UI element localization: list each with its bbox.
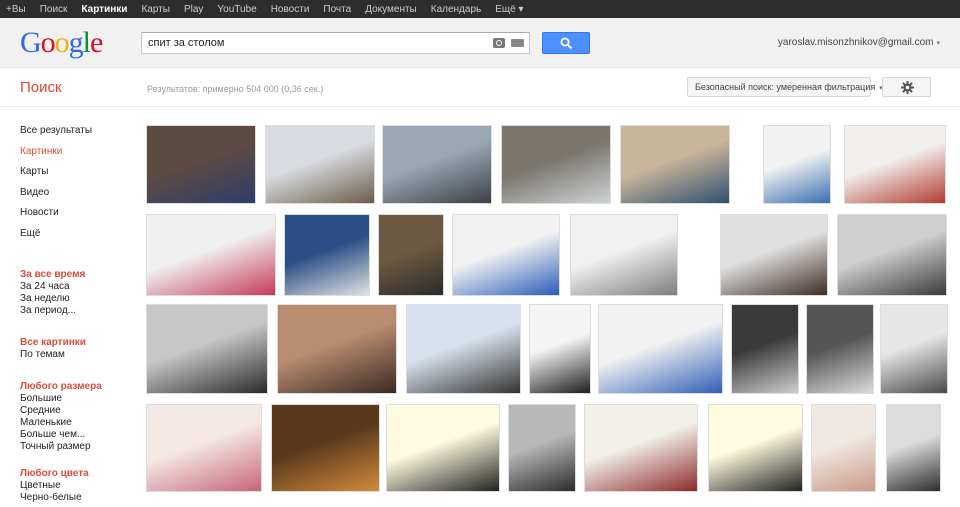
filter-group: Все картинки По темам bbox=[20, 337, 86, 361]
image-result-thumbnail[interactable] bbox=[406, 304, 521, 394]
image-result-thumbnail[interactable] bbox=[880, 304, 948, 394]
sidebar-nav-item[interactable]: Карты bbox=[20, 165, 135, 186]
settings-button[interactable] bbox=[882, 77, 931, 97]
image-result-thumbnail[interactable] bbox=[452, 214, 560, 296]
search-input[interactable]: спит за столом bbox=[141, 32, 530, 54]
filter-group: За все время За 24 часа За неделю За период… bbox=[20, 269, 85, 317]
filter-option[interactable]: Цветные bbox=[20, 480, 89, 492]
top-nav-item[interactable]: Ещё ▾ bbox=[495, 4, 523, 15]
sidebar-nav-item[interactable]: Все результаты bbox=[20, 124, 135, 145]
image-result-thumbnail[interactable] bbox=[763, 125, 831, 204]
filter-option[interactable]: За неделю bbox=[20, 293, 85, 305]
filter-option[interactable]: По темам bbox=[20, 349, 86, 361]
logo-letter: e bbox=[90, 26, 103, 59]
top-nav-bar: +Вы Поиск Картинки Карты Play YouTube Новости П… bbox=[0, 0, 960, 18]
filter-option[interactable]: За 24 часа bbox=[20, 281, 85, 293]
top-nav-item[interactable]: Календарь bbox=[431, 4, 481, 15]
logo-letter: G bbox=[20, 26, 42, 59]
top-nav-item[interactable]: Документы bbox=[365, 4, 417, 15]
search-query-text: спит за столом bbox=[148, 37, 225, 49]
filter-group: Любого размера Большие Средние Маленькие Бол… bbox=[20, 381, 102, 453]
safe-search-label: Безопасный поиск: умеренная фильтрация bbox=[695, 82, 876, 92]
filter-group-title[interactable]: Любого размера bbox=[20, 381, 102, 393]
image-result-thumbnail[interactable] bbox=[731, 304, 799, 394]
keyboard-icon[interactable] bbox=[511, 39, 524, 47]
top-nav-item[interactable]: Картинки bbox=[81, 4, 127, 15]
chevron-down-icon: ▾ bbox=[936, 40, 940, 47]
left-sidebar: Все результаты Картинки Карты Видео Новости Е… bbox=[20, 124, 135, 503]
image-result-thumbnail[interactable] bbox=[386, 404, 500, 492]
image-result-thumbnail[interactable] bbox=[811, 404, 876, 492]
top-nav-item[interactable]: Play bbox=[184, 4, 203, 15]
image-result-thumbnail[interactable] bbox=[146, 404, 262, 492]
section-title: Поиск bbox=[20, 79, 62, 96]
top-nav-item[interactable]: +Вы bbox=[6, 4, 26, 15]
top-nav-item[interactable]: YouTube bbox=[217, 4, 256, 15]
image-result-thumbnail[interactable] bbox=[146, 214, 276, 296]
image-result-thumbnail[interactable] bbox=[501, 125, 611, 204]
image-result-thumbnail[interactable] bbox=[886, 404, 941, 492]
image-result-thumbnail[interactable] bbox=[378, 214, 444, 296]
image-result-thumbnail[interactable] bbox=[508, 404, 576, 492]
top-nav-item[interactable]: Поиск bbox=[40, 4, 68, 15]
image-result-thumbnail[interactable] bbox=[271, 404, 380, 492]
safe-search-dropdown[interactable]: Безопасный поиск: умеренная фильтрация ▾ bbox=[687, 77, 883, 97]
image-result-thumbnail[interactable] bbox=[844, 125, 946, 204]
top-nav-item[interactable]: Новости bbox=[271, 4, 310, 15]
search-icon bbox=[560, 37, 573, 50]
image-result-thumbnail[interactable] bbox=[806, 304, 874, 394]
top-nav-item[interactable]: Карты bbox=[141, 4, 170, 15]
logo-letter: g bbox=[68, 26, 84, 59]
gear-icon bbox=[901, 81, 914, 94]
image-result-thumbnail[interactable] bbox=[620, 125, 730, 204]
image-result-thumbnail[interactable] bbox=[598, 304, 723, 394]
image-result-thumbnail[interactable] bbox=[265, 125, 375, 204]
sidebar-nav-item[interactable]: Новости bbox=[20, 206, 135, 227]
sidebar-nav-item[interactable]: Ещё bbox=[20, 227, 135, 248]
image-result-thumbnail[interactable] bbox=[146, 125, 256, 204]
image-result-thumbnail[interactable] bbox=[146, 304, 268, 394]
image-result-thumbnail[interactable] bbox=[529, 304, 591, 394]
result-stats: Результатов: примерно 504 000 (0,36 сек.… bbox=[147, 84, 324, 94]
filter-option[interactable]: Черно-белые bbox=[20, 492, 89, 504]
logo-letter: o bbox=[54, 26, 70, 59]
filter-option[interactable]: За период... bbox=[20, 305, 85, 317]
search-button[interactable] bbox=[542, 32, 590, 54]
account-menu[interactable]: yaroslav.misonzhnikov@gmail.com ▾ bbox=[778, 37, 940, 48]
image-result-thumbnail[interactable] bbox=[570, 214, 678, 296]
filter-group-title[interactable]: За все время bbox=[20, 269, 85, 281]
image-result-thumbnail[interactable] bbox=[382, 125, 492, 204]
google-logo[interactable]: Google bbox=[20, 26, 103, 60]
image-result-thumbnail[interactable] bbox=[837, 214, 947, 296]
filter-group-title[interactable]: Все картинки bbox=[20, 337, 86, 349]
filter-option[interactable]: Точный размер bbox=[20, 441, 102, 453]
filter-option[interactable]: Большие bbox=[20, 393, 102, 405]
filter-option[interactable]: Больше чем... bbox=[20, 429, 102, 441]
logo-letter: o bbox=[40, 26, 56, 59]
logo-letter: l bbox=[82, 26, 91, 59]
sidebar-nav-item[interactable]: Видео bbox=[20, 186, 135, 207]
filter-option[interactable]: Маленькие bbox=[20, 417, 102, 429]
sidebar-nav-item[interactable]: Картинки bbox=[20, 145, 135, 166]
image-result-thumbnail[interactable] bbox=[720, 214, 828, 296]
filter-group-title[interactable]: Любого цвета bbox=[20, 468, 89, 480]
image-result-thumbnail[interactable] bbox=[584, 404, 698, 492]
subheader: Поиск Результатов: примерно 504 000 (0,3… bbox=[0, 69, 960, 107]
account-email: yaroslav.misonzhnikov@gmail.com bbox=[777, 37, 934, 48]
image-result-thumbnail[interactable] bbox=[284, 214, 370, 296]
header: Google спит за столом yaroslav.misonzhni… bbox=[0, 18, 960, 68]
image-result-thumbnail[interactable] bbox=[277, 304, 397, 394]
top-nav-item[interactable]: Почта bbox=[323, 4, 351, 15]
filter-group: Любого цвета Цветные Черно-белые bbox=[20, 468, 89, 504]
camera-icon[interactable] bbox=[493, 38, 505, 48]
filter-option[interactable]: Средние bbox=[20, 405, 102, 417]
image-result-thumbnail[interactable] bbox=[708, 404, 803, 492]
